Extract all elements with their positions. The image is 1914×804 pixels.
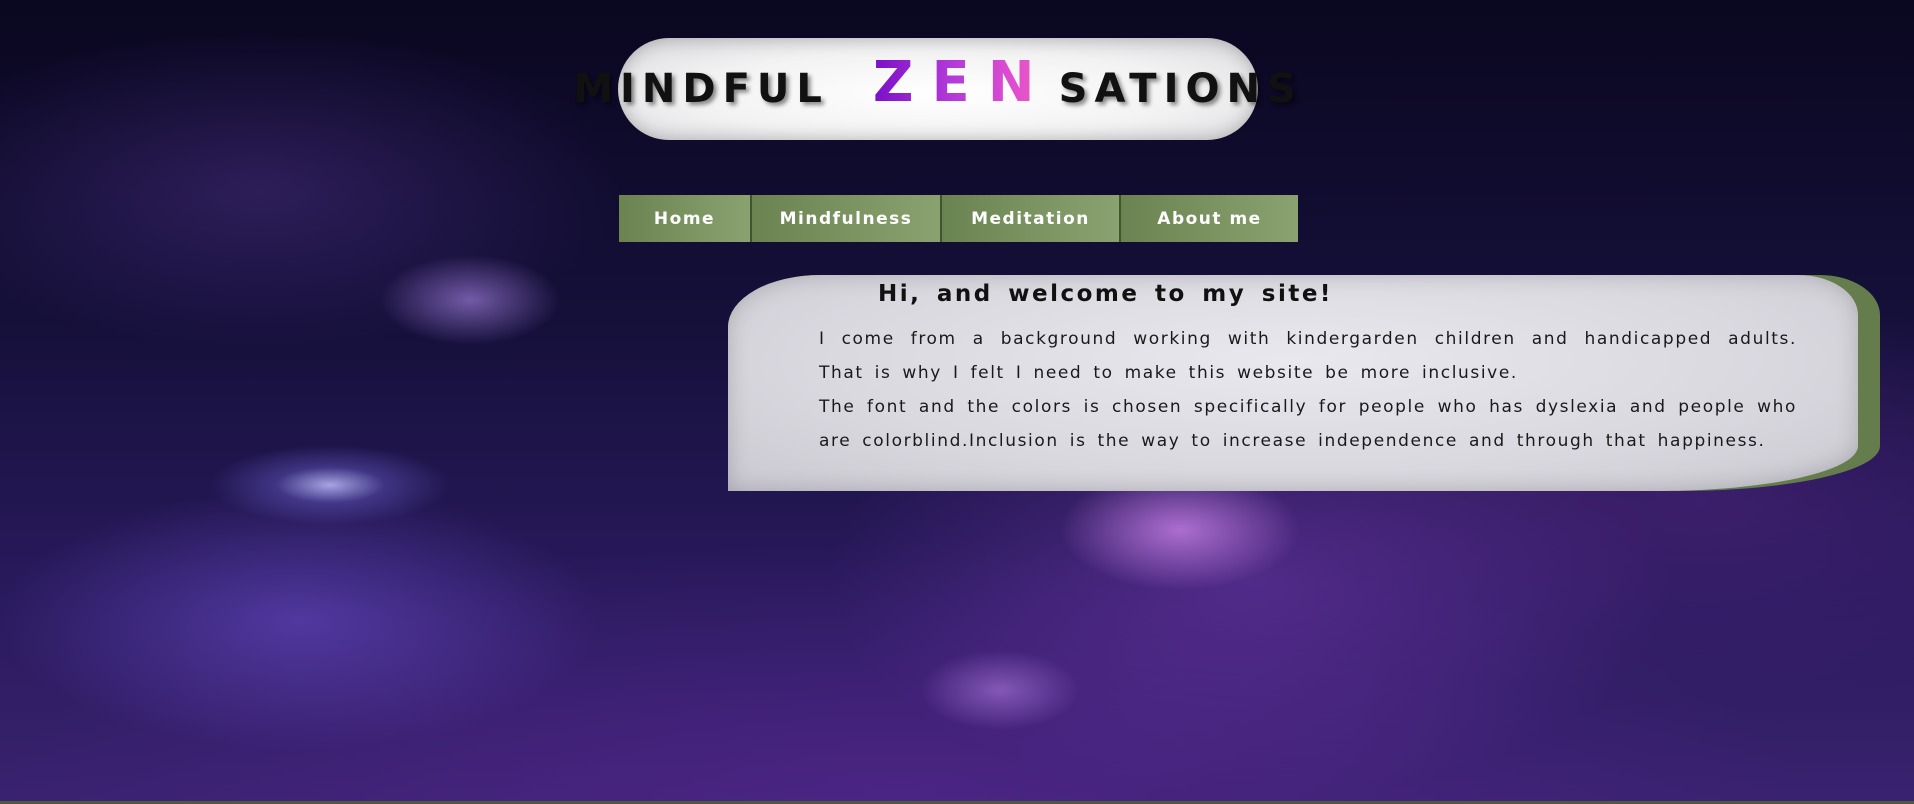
main-navigation: Home Mindfulness Meditation About me bbox=[619, 195, 1298, 242]
nav-link-home[interactable]: Home bbox=[619, 195, 752, 242]
site-title-banner: MINDFUL ZEN SATIONS bbox=[573, 38, 1296, 140]
nav-link-about-me[interactable]: About me bbox=[1121, 195, 1298, 242]
welcome-text: I come from a background working with ki… bbox=[819, 322, 1797, 458]
site-title-right: SATIONS bbox=[1058, 66, 1303, 112]
welcome-heading: Hi, and welcome to my site! bbox=[878, 281, 1333, 307]
welcome-paragraph-2: The font and the colors is chosen specif… bbox=[819, 397, 1797, 451]
welcome-paragraph-1: I come from a background working with ki… bbox=[819, 329, 1797, 383]
site-title-highlight: ZEN bbox=[872, 50, 1053, 115]
site-title-left: MINDFUL bbox=[573, 66, 829, 112]
nav-link-mindfulness[interactable]: Mindfulness bbox=[752, 195, 942, 242]
nav-link-meditation[interactable]: Meditation bbox=[942, 195, 1121, 242]
